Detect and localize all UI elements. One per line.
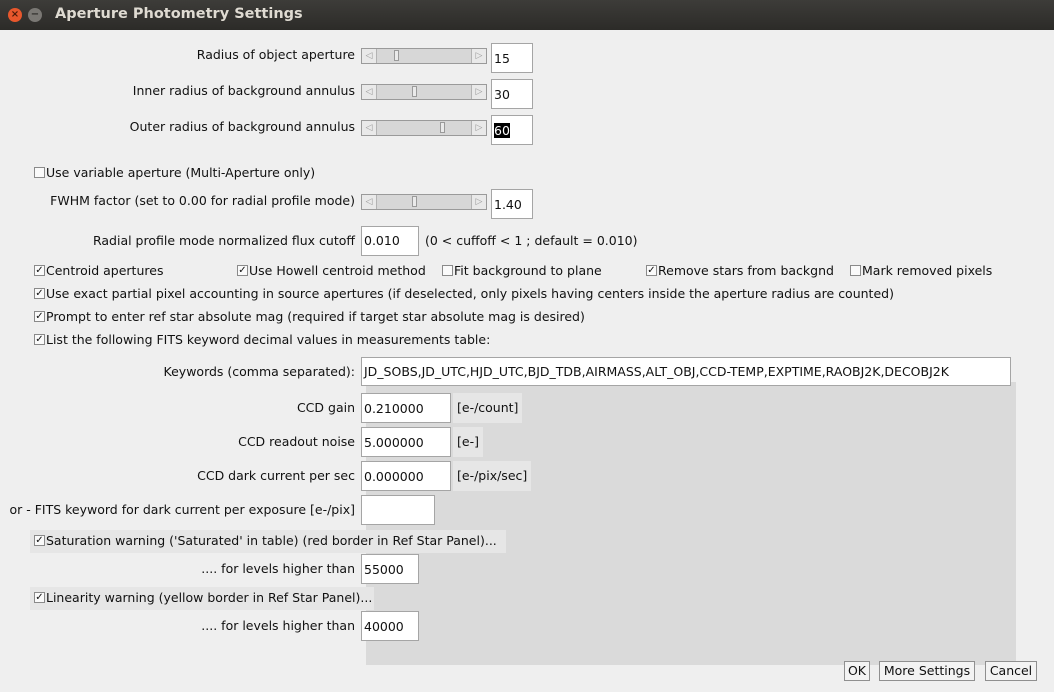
ok-button[interactable]: OK bbox=[844, 661, 870, 681]
checkbox-box[interactable]: ✓ bbox=[34, 535, 45, 546]
slider-right-arrow-icon[interactable]: ▷ bbox=[471, 85, 486, 99]
dark-keyword-input[interactable] bbox=[361, 495, 435, 525]
list-keywords-checkbox[interactable]: ✓ List the following FITS keyword decimal… bbox=[34, 332, 490, 347]
centroid-apertures-checkbox[interactable]: ✓ Centroid apertures bbox=[34, 263, 163, 278]
window-title: Aperture Photometry Settings bbox=[55, 6, 303, 22]
ccd-dark-unit: [e-/pix/sec] bbox=[453, 461, 532, 491]
slider-right-arrow-icon[interactable]: ▷ bbox=[471, 195, 486, 209]
slider-right-arrow-icon[interactable]: ▷ bbox=[471, 121, 486, 135]
slider-left-arrow-icon[interactable]: ◁ bbox=[362, 85, 377, 99]
cancel-button[interactable]: Cancel bbox=[985, 661, 1037, 681]
linearity-levels-label: .... for levels higher than bbox=[201, 618, 355, 633]
linearity-checkbox[interactable]: ✓ Linearity warning (yellow border in Ref… bbox=[30, 587, 374, 610]
checkbox-box[interactable]: ✓ bbox=[34, 592, 45, 603]
list-keywords-label: List the following FITS keyword decimal … bbox=[46, 332, 491, 347]
fit-background-checkbox[interactable]: Fit background to plane bbox=[442, 263, 602, 278]
radial-cutoff-label: Radial profile mode normalized flux cuto… bbox=[92, 233, 355, 248]
keywords-label: Keywords (comma separated): bbox=[163, 364, 355, 379]
slider-thumb[interactable] bbox=[394, 50, 400, 61]
howell-centroid-label: Use Howell centroid method bbox=[249, 263, 426, 278]
ccd-dark-label: CCD dark current per sec bbox=[197, 468, 355, 483]
slider-left-arrow-icon[interactable]: ◁ bbox=[362, 49, 377, 63]
remove-stars-checkbox[interactable]: ✓ Remove stars from backgnd bbox=[646, 263, 834, 278]
slider-left-arrow-icon[interactable]: ◁ bbox=[362, 121, 377, 135]
centroid-apertures-label: Centroid apertures bbox=[46, 263, 164, 278]
outer-radius-selected-text: 60 bbox=[494, 123, 510, 138]
fwhm-input[interactable]: 1.40 bbox=[491, 189, 533, 219]
ccd-gain-unit: [e-/count] bbox=[453, 393, 523, 423]
checkbox-box[interactable]: ✓ bbox=[34, 265, 45, 276]
inner-radius-label: Inner radius of background annulus bbox=[132, 83, 355, 98]
saturation-checkbox[interactable]: ✓ Saturation warning ('Saturated' in tabl… bbox=[30, 530, 506, 553]
checkbox-box[interactable] bbox=[442, 265, 453, 276]
prompt-ref-label: Prompt to enter ref star absolute mag (r… bbox=[46, 309, 585, 324]
radial-cutoff-hint: (0 < cuffoff < 1 ; default = 0.010) bbox=[425, 233, 638, 248]
ccd-gain-input[interactable]: 0.210000 bbox=[361, 393, 451, 423]
prompt-ref-checkbox[interactable]: ✓ Prompt to enter ref star absolute mag (… bbox=[34, 309, 585, 324]
more-settings-button[interactable]: More Settings bbox=[879, 661, 975, 681]
checkbox-box[interactable]: ✓ bbox=[646, 265, 657, 276]
keywords-input[interactable]: JD_SOBS,JD_UTC,HJD_UTC,BJD_TDB,AIRMASS,A… bbox=[361, 357, 1011, 386]
mark-removed-label: Mark removed pixels bbox=[862, 263, 993, 278]
exact-partial-label: Use exact partial pixel accounting in so… bbox=[46, 286, 894, 301]
outer-radius-slider[interactable]: ◁ ▷ bbox=[361, 120, 487, 136]
checkbox-box[interactable] bbox=[34, 167, 45, 178]
exact-partial-checkbox[interactable]: ✓ Use exact partial pixel accounting in s… bbox=[34, 286, 894, 301]
variable-aperture-checkbox[interactable]: Use variable aperture (Multi-Aperture on… bbox=[34, 165, 315, 180]
mark-removed-checkbox[interactable]: Mark removed pixels bbox=[850, 263, 992, 278]
inner-radius-input[interactable]: 30 bbox=[491, 79, 533, 109]
checkbox-box[interactable]: ✓ bbox=[34, 334, 45, 345]
slider-right-arrow-icon[interactable]: ▷ bbox=[471, 49, 486, 63]
slider-thumb[interactable] bbox=[412, 196, 418, 207]
ccd-gain-label: CCD gain bbox=[296, 400, 355, 415]
dark-keyword-label: or - FITS keyword for dark current per e… bbox=[9, 502, 355, 517]
ccd-dark-input[interactable]: 0.000000 bbox=[361, 461, 451, 491]
fwhm-slider[interactable]: ◁ ▷ bbox=[361, 194, 487, 210]
minimize-icon[interactable]: − bbox=[28, 8, 42, 22]
saturation-level-input[interactable]: 55000 bbox=[361, 554, 419, 584]
howell-centroid-checkbox[interactable]: ✓ Use Howell centroid method bbox=[237, 263, 426, 278]
slider-thumb[interactable] bbox=[412, 86, 418, 97]
variable-aperture-label: Use variable aperture (Multi-Aperture on… bbox=[46, 165, 316, 180]
fwhm-label: FWHM factor (set to 0.00 for radial prof… bbox=[50, 193, 355, 208]
title-bar: × − Aperture Photometry Settings bbox=[0, 0, 1054, 30]
close-icon[interactable]: × bbox=[8, 8, 22, 22]
checkbox-box[interactable]: ✓ bbox=[34, 311, 45, 322]
slider-thumb[interactable] bbox=[439, 122, 445, 133]
outer-radius-input[interactable]: 60 bbox=[491, 115, 533, 145]
fit-background-label: Fit background to plane bbox=[454, 263, 602, 278]
inner-radius-slider[interactable]: ◁ ▷ bbox=[361, 84, 487, 100]
saturation-levels-label: .... for levels higher than bbox=[201, 561, 355, 576]
ccd-settings-panel bbox=[366, 382, 1016, 665]
checkbox-box[interactable]: ✓ bbox=[34, 288, 45, 299]
radial-cutoff-input[interactable]: 0.010 bbox=[361, 226, 419, 256]
ccd-readout-input[interactable]: 5.000000 bbox=[361, 427, 451, 457]
remove-stars-label: Remove stars from backgnd bbox=[658, 263, 834, 278]
linearity-label: Linearity warning (yellow border in Ref … bbox=[46, 590, 373, 605]
outer-radius-label: Outer radius of background annulus bbox=[129, 119, 355, 134]
checkbox-box[interactable] bbox=[850, 265, 861, 276]
object-radius-input[interactable]: 15 bbox=[491, 43, 533, 73]
object-radius-label: Radius of object aperture bbox=[196, 47, 355, 62]
ccd-readout-label: CCD readout noise bbox=[238, 434, 355, 449]
ccd-readout-unit: [e-] bbox=[453, 427, 483, 457]
slider-left-arrow-icon[interactable]: ◁ bbox=[362, 195, 377, 209]
checkbox-box[interactable]: ✓ bbox=[237, 265, 248, 276]
linearity-level-input[interactable]: 40000 bbox=[361, 611, 419, 641]
saturation-label: Saturation warning ('Saturated' in table… bbox=[46, 533, 497, 548]
object-radius-slider[interactable]: ◁ ▷ bbox=[361, 48, 487, 64]
